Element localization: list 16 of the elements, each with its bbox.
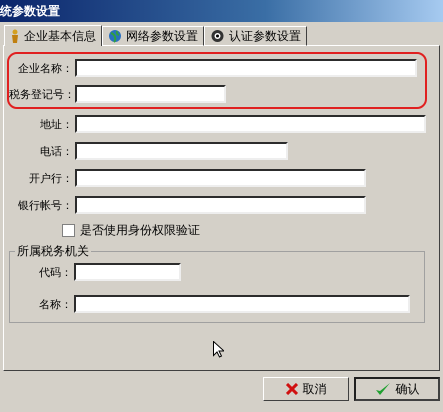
field-label: 企业名称： [17,60,73,76]
field-label: 银行帐号： [17,198,73,212]
field-label: 税务登记号： [9,86,73,102]
window-title: 统参数设置 [0,0,443,22]
field-label: 地址： [39,116,73,132]
field-label: 电话： [39,144,73,158]
tab[interactable]: 企业基本信息 [4,25,102,46]
field-label: 代码： [38,264,72,280]
tab[interactable]: 网络参数设置 [102,26,204,46]
field-label: 开户行： [28,170,73,186]
confirm-button[interactable]: 确认 [354,377,440,401]
cancel-button[interactable]: 取消 [263,377,349,401]
group-title: 所属税务机关 [16,243,90,260]
checkbox-label: 是否使用身份权限验证 [80,222,200,239]
field-label: 名称： [38,296,72,312]
tab[interactable]: 认证参数设置 [204,26,307,46]
